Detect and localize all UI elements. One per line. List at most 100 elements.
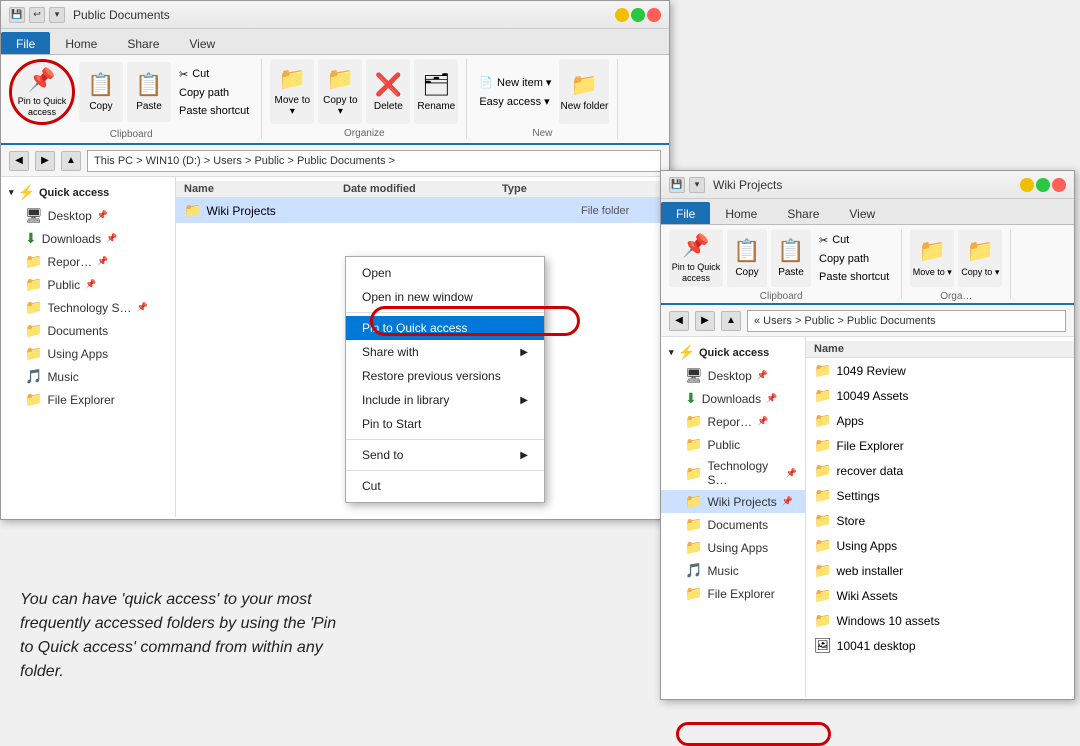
minimize-button[interactable] xyxy=(615,8,629,22)
paste-shortcut-button[interactable]: Paste shortcut xyxy=(175,103,253,119)
wiki-highlight-circle xyxy=(676,722,831,746)
context-share-with[interactable]: Share with ▶ xyxy=(346,340,544,364)
sw-item-settings[interactable]: 📁 Settings xyxy=(806,483,1074,508)
rename-button[interactable]: 🗂 Rename xyxy=(414,59,458,124)
second-sidebar-file-explorer[interactable]: 📁 File Explorer xyxy=(661,582,805,605)
context-pin-start[interactable]: Pin to Start xyxy=(346,412,544,436)
second-move-to-button[interactable]: 📁 Move to ▾ xyxy=(910,229,954,287)
tab-share[interactable]: Share xyxy=(112,32,174,54)
quick-access-header[interactable]: ▾ ⚡ Quick access xyxy=(1,181,175,204)
copy-to-button[interactable]: 📁 Copy to ▾ xyxy=(318,59,362,124)
tab-view[interactable]: View xyxy=(174,32,230,54)
sidebar-item-downloads[interactable]: ⬇ Downloads 📌 xyxy=(1,227,175,250)
second-sidebar-music[interactable]: 🎵 Music xyxy=(661,559,805,582)
close-button[interactable] xyxy=(647,8,661,22)
sidebar-item-desktop[interactable]: 🖥 Desktop 📌 xyxy=(1,204,175,227)
second-tab-file[interactable]: File xyxy=(661,202,710,224)
context-send-to[interactable]: Send to ▶ xyxy=(346,443,544,467)
context-include-library[interactable]: Include in library ▶ xyxy=(346,388,544,412)
sidebar-item-public[interactable]: 📁 Public 📌 xyxy=(1,273,175,296)
tab-home[interactable]: Home xyxy=(50,32,112,54)
documents-icon: 📁 xyxy=(25,322,42,339)
move-to-button[interactable]: 📁 Move to ▾ xyxy=(270,59,314,124)
sw-item-web-installer[interactable]: 📁 web installer xyxy=(806,558,1074,583)
second-minimize[interactable] xyxy=(1020,178,1034,192)
second-forward[interactable]: ▶ xyxy=(695,311,715,331)
sw-item-1049-review[interactable]: 📁 1049 Review xyxy=(806,358,1074,383)
second-quick-access-header[interactable]: ▾ ⚡ Quick access xyxy=(661,341,805,364)
second-copy-path-button[interactable]: Copy path xyxy=(815,251,893,267)
second-sidebar-reports[interactable]: 📁 Repor… 📌 xyxy=(661,410,805,433)
sw-item-store[interactable]: 📁 Store xyxy=(806,508,1074,533)
context-open-new-window-label: Open in new window xyxy=(362,290,473,304)
delete-button[interactable]: ❌ Delete xyxy=(366,59,410,124)
quick-access-toolbar-icon3[interactable]: ▾ xyxy=(49,7,65,23)
second-up[interactable]: ▲ xyxy=(721,311,741,331)
quick-access-toolbar-icon2[interactable]: ↩ xyxy=(29,7,45,23)
sidebar-item-documents[interactable]: 📁 Documents xyxy=(1,319,175,342)
second-address-path[interactable]: « Users > Public > Public Documents xyxy=(747,310,1066,332)
second-close[interactable] xyxy=(1052,178,1066,192)
file-item-wiki-projects[interactable]: 📁 Wiki Projects File folder xyxy=(176,198,669,223)
second-pin-button[interactable]: 📌 Pin to Quickaccess xyxy=(669,229,723,287)
second-copy-to-button[interactable]: 📁 Copy to ▾ xyxy=(958,229,1002,287)
sw-item-wiki-assets[interactable]: 📁 Wiki Assets xyxy=(806,583,1074,608)
second-tab-home[interactable]: Home xyxy=(710,202,772,224)
second-tb-icon2[interactable]: ▾ xyxy=(689,177,705,193)
sw-item-10041-desktop[interactable]: 🖼 10041 desktop xyxy=(806,633,1074,658)
sw-item-recover-data[interactable]: 📁 recover data xyxy=(806,458,1074,483)
second-copy-button[interactable]: 📋 Copy xyxy=(727,229,767,287)
tab-file[interactable]: File xyxy=(1,32,50,54)
context-cut[interactable]: Cut xyxy=(346,474,544,498)
cut-button[interactable]: ✂ Cut xyxy=(175,66,253,83)
second-back[interactable]: ◀ xyxy=(669,311,689,331)
second-sidebar-desktop[interactable]: 🖥 Desktop 📌 xyxy=(661,364,805,387)
second-tab-view[interactable]: View xyxy=(834,202,890,224)
up-button[interactable]: ▲ xyxy=(61,151,81,171)
copy-button[interactable]: 📋 Copy xyxy=(79,62,123,122)
second-paste-shortcut-button[interactable]: Paste shortcut xyxy=(815,269,893,285)
context-open[interactable]: Open xyxy=(346,261,544,285)
sw-item-apps[interactable]: 📁 Apps xyxy=(806,408,1074,433)
quick-access-toolbar-icon1[interactable]: 💾 xyxy=(9,7,25,23)
sidebar-item-technology[interactable]: 📁 Technology S… 📌 xyxy=(1,296,175,319)
second-sidebar-documents[interactable]: 📁 Documents xyxy=(661,513,805,536)
paste-button[interactable]: 📋 Paste xyxy=(127,62,171,122)
sw-icon-8: 📁 xyxy=(814,537,831,554)
second-paste-button[interactable]: 📋 Paste xyxy=(771,229,811,287)
copy-path-button[interactable]: Copy path xyxy=(175,85,253,101)
context-open-new-window[interactable]: Open in new window xyxy=(346,285,544,309)
second-cut-button[interactable]: ✂ Cut xyxy=(815,232,893,249)
second-tab-share[interactable]: Share xyxy=(772,202,834,224)
context-pin-quick-access[interactable]: Pin to Quick access xyxy=(346,316,544,340)
sidebar-item-using-apps[interactable]: 📁 Using Apps xyxy=(1,342,175,365)
second-organize-group: 📁 Move to ▾ 📁 Copy to ▾ Orga… xyxy=(902,229,1011,299)
second-maximize[interactable] xyxy=(1036,178,1050,192)
second-tb-icon1[interactable]: 💾 xyxy=(669,177,685,193)
back-button[interactable]: ◀ xyxy=(9,151,29,171)
forward-button[interactable]: ▶ xyxy=(35,151,55,171)
sw-item-windows-10-assets[interactable]: 📁 Windows 10 assets xyxy=(806,608,1074,633)
easy-access-button[interactable]: Easy access ▾ xyxy=(475,93,555,110)
sw-item-10049-assets[interactable]: 📁 10049 Assets xyxy=(806,383,1074,408)
sidebar-item-reports[interactable]: 📁 Repor… 📌 xyxy=(1,250,175,273)
downloads-pin: 📌 xyxy=(106,233,117,244)
new-item-button[interactable]: 📄 New item ▾ xyxy=(475,74,555,91)
separator-3 xyxy=(346,470,544,471)
sidebar-item-music[interactable]: 🎵 Music xyxy=(1,365,175,388)
second-copy-to-icon: 📁 xyxy=(967,238,994,264)
sw-item-file-explorer[interactable]: 📁 File Explorer xyxy=(806,433,1074,458)
second-sidebar-public[interactable]: 📁 Public xyxy=(661,433,805,456)
pin-quick-access-button[interactable]: 📌 Pin to Quickaccess xyxy=(9,59,75,125)
second-sidebar-wiki-projects[interactable]: 📁 Wiki Projects 📌 xyxy=(661,490,805,513)
address-path[interactable]: This PC > WIN10 (D:) > Users > Public > … xyxy=(87,150,661,172)
second-sidebar-downloads[interactable]: ⬇ Downloads 📌 xyxy=(661,387,805,410)
second-pin-icon: 📌 xyxy=(682,233,709,259)
context-restore-versions[interactable]: Restore previous versions xyxy=(346,364,544,388)
second-sidebar-using-apps[interactable]: 📁 Using Apps xyxy=(661,536,805,559)
maximize-button[interactable] xyxy=(631,8,645,22)
new-folder-button[interactable]: 📁 New folder xyxy=(559,59,609,124)
sidebar-item-file-explorer[interactable]: 📁 File Explorer xyxy=(1,388,175,411)
second-sidebar-technology[interactable]: 📁 Technology S… 📌 xyxy=(661,456,805,490)
sw-item-using-apps[interactable]: 📁 Using Apps xyxy=(806,533,1074,558)
